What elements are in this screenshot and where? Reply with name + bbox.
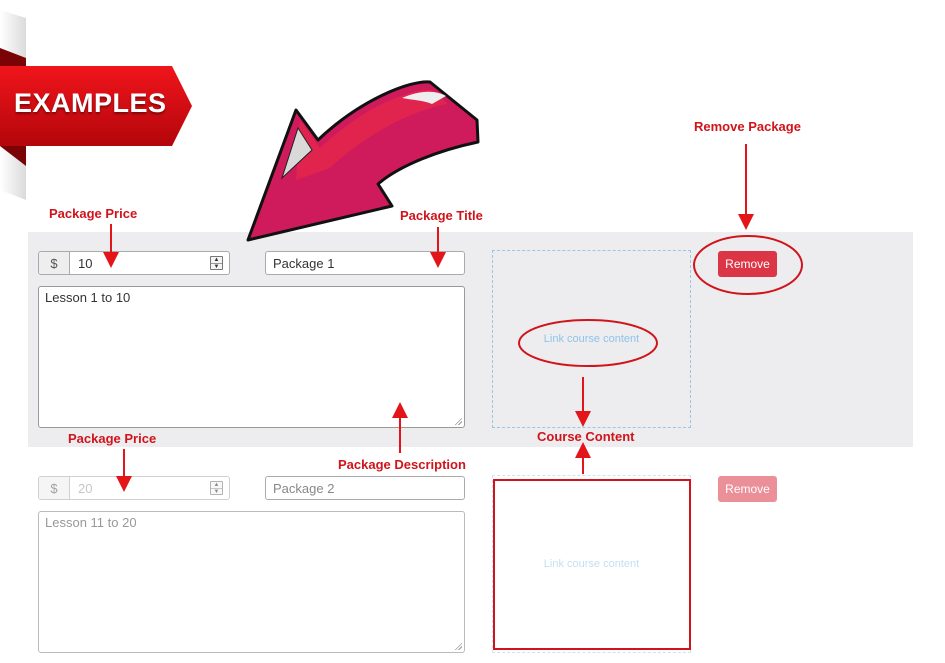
banner-label: EXAMPLES: [14, 88, 167, 118]
resize-grip-icon[interactable]: [454, 642, 462, 650]
annotation-package-price-2: Package Price: [68, 431, 157, 446]
price-stepper[interactable]: ▲ ▼: [210, 481, 223, 495]
examples-banner: EXAMPLES: [0, 0, 210, 210]
package-2-title-value: Package 2: [273, 480, 335, 496]
package-1-title-value: Package 1: [273, 255, 335, 271]
annotation-package-title: Package Title: [400, 208, 483, 223]
package-1-link-course-content[interactable]: Link course content: [492, 250, 691, 428]
stepper-down-icon[interactable]: ▼: [211, 488, 222, 495]
package-1-title-input[interactable]: Package 1: [265, 251, 465, 275]
package-2-price-value[interactable]: 20: [70, 477, 210, 499]
package-2-remove-button[interactable]: Remove: [718, 476, 777, 502]
package-1-description-value: Lesson 1 to 10: [45, 290, 131, 305]
annotation-remove-package: Remove Package: [694, 119, 801, 134]
link-course-content-label: Link course content: [543, 333, 640, 345]
package-1-price-field[interactable]: $ 10 ▲ ▼: [38, 251, 230, 275]
package-2-link-course-content[interactable]: Link course content: [492, 475, 691, 653]
resize-grip-icon[interactable]: [454, 417, 462, 425]
stepper-down-icon[interactable]: ▼: [211, 263, 222, 270]
package-1-price-value[interactable]: 10: [70, 252, 210, 274]
package-2-price-field[interactable]: $ 20 ▲ ▼: [38, 476, 230, 500]
package-1-remove-button[interactable]: Remove: [718, 251, 777, 277]
package-2-title-input[interactable]: Package 2: [265, 476, 465, 500]
annotation-package-description: Package Description: [338, 457, 466, 472]
annotation-package-price-1: Package Price: [49, 206, 138, 221]
package-2-description-value: Lesson 11 to 20: [45, 515, 137, 530]
annotation-course-content: Course Content: [537, 429, 635, 444]
package-1-description-textarea[interactable]: Lesson 1 to 10: [38, 286, 465, 428]
package-2-description-textarea[interactable]: Lesson 11 to 20: [38, 511, 465, 653]
link-course-content-label: Link course content: [543, 558, 640, 570]
currency-addon: $: [39, 477, 70, 499]
currency-addon: $: [39, 252, 70, 274]
price-stepper[interactable]: ▲ ▼: [210, 256, 223, 270]
